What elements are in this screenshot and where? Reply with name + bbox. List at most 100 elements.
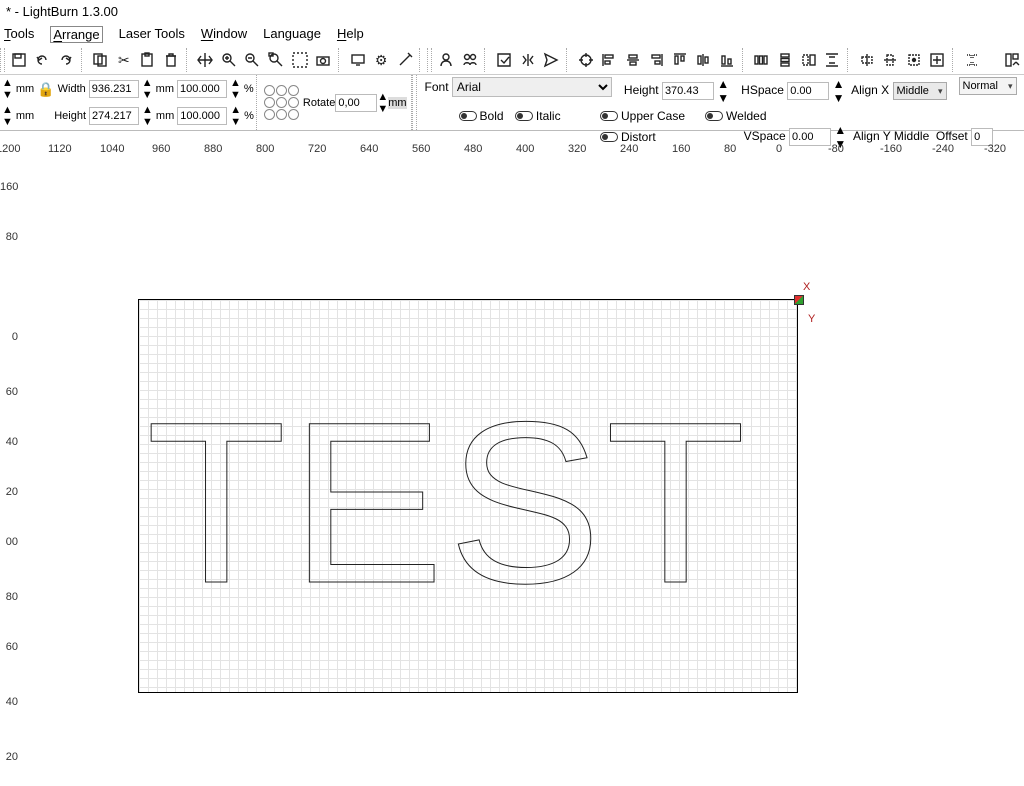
toolbar-handle[interactable] <box>0 48 5 72</box>
fontheight-spinner[interactable]: ▲▼ <box>717 77 729 105</box>
rotate-unit[interactable]: mm <box>388 97 406 109</box>
ruler-v-tick: 60 <box>0 386 18 398</box>
font-select[interactable]: Arial <box>452 77 612 97</box>
size-panel: ▲▼ mm 🔒 Width ▲▼ mm ▲▼ % ▲▼ mm Height ▲▼… <box>0 75 257 130</box>
anchor-grid[interactable] <box>264 85 300 121</box>
delete-icon[interactable] <box>160 49 182 71</box>
ruler-v-tick: 40 <box>0 696 18 708</box>
paste-icon[interactable] <box>137 49 159 71</box>
same-width-icon[interactable] <box>798 49 820 71</box>
dist-h-icon[interactable] <box>751 49 773 71</box>
workarea[interactable]: X Y TEST <box>28 161 1024 783</box>
ypos-unit[interactable]: mm <box>16 110 34 122</box>
alignx-select[interactable]: Middle <box>893 82 947 100</box>
pan-icon[interactable] <box>195 49 217 71</box>
menu-tools[interactable]: Tools <box>4 26 34 43</box>
camera-icon[interactable] <box>312 49 334 71</box>
xpos-spinner[interactable]: ▲▼ <box>2 77 13 101</box>
upper-toggle[interactable]: Upper Case <box>600 109 685 123</box>
zoom-out-icon[interactable] <box>242 49 264 71</box>
ruler-v-tick: 60 <box>0 641 18 653</box>
align-bottom-icon[interactable] <box>716 49 738 71</box>
rotate-spinner[interactable]: ▲▼ <box>377 91 388 115</box>
normal-select[interactable]: Normal <box>959 77 1017 95</box>
zoom-frame-icon[interactable] <box>265 49 287 71</box>
copy-icon[interactable] <box>90 49 112 71</box>
ruler-h-tick: 640 <box>360 143 378 155</box>
ruler-h-tick: 800 <box>256 143 274 155</box>
align-vcenter-icon[interactable] <box>622 49 644 71</box>
height-unit[interactable]: mm <box>156 110 174 122</box>
save-icon[interactable] <box>8 49 30 71</box>
user-icon[interactable] <box>435 49 457 71</box>
height-label: Height <box>54 110 86 122</box>
width-spinner[interactable]: ▲▼ <box>142 77 153 101</box>
align-top-icon[interactable] <box>669 49 691 71</box>
center-h-icon[interactable] <box>856 49 878 71</box>
height-spinner[interactable]: ▲▼ <box>142 104 153 128</box>
monitor-icon[interactable] <box>347 49 369 71</box>
align-hcenter-icon[interactable] <box>693 49 715 71</box>
same-height-icon[interactable] <box>821 49 843 71</box>
gear-icon[interactable]: ⚙ <box>370 49 392 71</box>
width-pct-spinner[interactable]: ▲▼ <box>230 77 241 101</box>
height-input[interactable] <box>89 107 139 125</box>
height-pct-input[interactable] <box>177 107 227 125</box>
redo-icon[interactable] <box>55 49 77 71</box>
users-icon[interactable] <box>459 49 481 71</box>
text-toolbar-handle[interactable] <box>412 75 417 130</box>
cut-icon[interactable]: ✂ <box>113 49 135 71</box>
ruler-v-tick: 0 <box>0 331 18 343</box>
origin-y-label: Y <box>808 313 815 325</box>
origin-x-label: X <box>803 281 810 293</box>
dock-arrange-icon[interactable] <box>1001 49 1023 71</box>
undo-icon[interactable] <box>31 49 53 71</box>
ruler-v-tick: 00 <box>0 536 18 548</box>
ruler-h-tick: -80 <box>828 143 844 155</box>
target-icon[interactable] <box>575 49 597 71</box>
ruler-h-tick: 560 <box>412 143 430 155</box>
tools-icon[interactable] <box>394 49 416 71</box>
width-label: Width <box>58 83 86 95</box>
window-title: * - LightBurn 1.3.00 <box>0 0 1024 23</box>
ruler-v-tick: 160 <box>0 181 18 193</box>
zoom-sel-icon[interactable] <box>289 49 311 71</box>
lock-icon[interactable]: 🔒 <box>37 81 54 98</box>
preview-icon[interactable] <box>493 49 515 71</box>
center-v-icon[interactable] <box>879 49 901 71</box>
zoom-in-icon[interactable] <box>218 49 240 71</box>
dock-close-icon[interactable] <box>961 49 983 71</box>
ruler-h-tick: 480 <box>464 143 482 155</box>
width-unit[interactable]: mm <box>156 83 174 95</box>
pct-label: % <box>244 83 254 95</box>
ruler-h-tick: 160 <box>672 143 690 155</box>
menu-laser[interactable]: Laser Tools <box>119 26 185 43</box>
toolbar-handle-2[interactable] <box>427 48 432 72</box>
height-pct-spinner[interactable]: ▲▼ <box>230 104 241 128</box>
center-page-icon[interactable] <box>926 49 948 71</box>
hspace-spinner[interactable]: ▲▼ <box>833 77 845 105</box>
xpos-unit[interactable]: mm <box>16 83 34 95</box>
fontheight-input[interactable] <box>662 82 714 100</box>
send-icon[interactable] <box>540 49 562 71</box>
aligny-label: Align Y <box>853 129 891 143</box>
menu-help[interactable]: Help <box>337 26 364 43</box>
aligny-select[interactable]: Middle <box>894 129 929 143</box>
menu-arrange[interactable]: Arrange <box>50 26 102 43</box>
bold-toggle[interactable]: Bold <box>459 109 504 123</box>
mirror-h-icon[interactable] <box>517 49 539 71</box>
menu-window[interactable]: Window <box>201 26 247 43</box>
width-input[interactable] <box>89 80 139 98</box>
width-pct-input[interactable] <box>177 80 227 98</box>
canvas-text[interactable]: TEST <box>146 388 750 618</box>
move-laser-icon[interactable] <box>903 49 925 71</box>
align-left-icon[interactable] <box>598 49 620 71</box>
align-right-icon[interactable] <box>646 49 668 71</box>
hspace-input[interactable] <box>787 82 829 100</box>
dist-v-icon[interactable] <box>774 49 796 71</box>
welded-toggle[interactable]: Welded <box>705 109 766 123</box>
ruler-vertical: 1608006040200080604020 <box>0 161 28 783</box>
ypos-spinner[interactable]: ▲▼ <box>2 104 13 128</box>
rotate-input[interactable] <box>335 94 377 112</box>
menu-language[interactable]: Language <box>263 26 321 43</box>
